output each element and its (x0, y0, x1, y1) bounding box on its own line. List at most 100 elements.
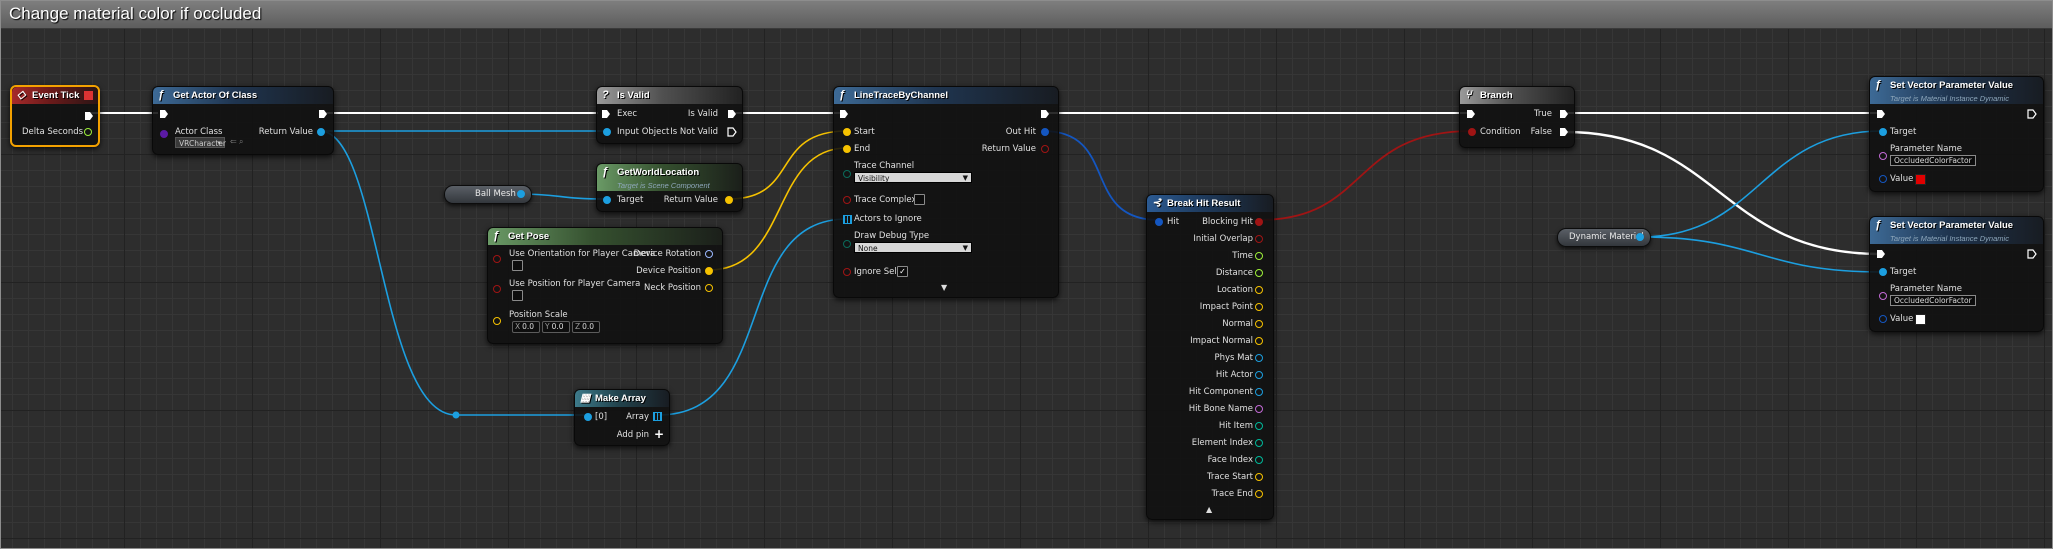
draw-debug-dropdown[interactable]: None ▼ (854, 242, 972, 253)
hit-in-pin[interactable] (1155, 218, 1163, 226)
trace-channel-pin[interactable] (843, 170, 851, 178)
get-actor-of-class-node[interactable]: ƒ Get Actor Of Class Actor Class VRChara… (152, 86, 334, 155)
break-hit-output-pin[interactable] (1255, 422, 1263, 430)
trace-complex-pin[interactable] (843, 196, 851, 204)
break-hit-output-pin[interactable] (1255, 320, 1263, 328)
set-vector-exec-in-1[interactable] (1876, 109, 1886, 119)
position-pin[interactable] (493, 285, 501, 293)
bool-wire-blocking-to-condition[interactable] (1258, 130, 1473, 221)
parameter-name-pin-2[interactable] (1879, 292, 1887, 300)
get-world-location-node[interactable]: ƒ GetWorldLocation Target is Scene Compo… (596, 163, 743, 212)
gwl-target-pin[interactable] (603, 196, 611, 204)
is-valid-exec-in[interactable] (601, 109, 611, 119)
break-hit-output-pin[interactable] (1255, 218, 1263, 226)
get-pose-header[interactable]: ƒ Get Pose (488, 228, 722, 245)
neck-position-pin[interactable] (705, 284, 713, 292)
line-trace-exec-in[interactable] (839, 109, 849, 119)
trace-complex-checkbox[interactable] (914, 194, 925, 205)
break-hit-output-pin[interactable] (1255, 286, 1263, 294)
draw-debug-pin[interactable] (843, 240, 851, 248)
color-swatch-white[interactable] (1915, 314, 1926, 325)
end-pin[interactable] (843, 145, 851, 153)
break-hit-output-pin[interactable] (1255, 456, 1263, 464)
parameter-name-field-1[interactable]: OccludedColorFactor (1890, 155, 1976, 166)
scale-x-field[interactable]: X 0.0 (512, 321, 540, 333)
set-vector-exec-out-2[interactable] (2027, 249, 2037, 259)
collapse-arrow-icon[interactable]: ▲ (1206, 505, 1212, 514)
break-hit-output-pin[interactable] (1255, 490, 1263, 498)
scale-y-field[interactable]: Y 0.0 (542, 321, 570, 333)
is-not-valid-exec-out[interactable] (727, 127, 737, 137)
break-hit-output-pin[interactable] (1255, 405, 1263, 413)
device-rotation-pin[interactable] (705, 250, 713, 258)
get-actor-exec-in[interactable] (159, 109, 169, 119)
object-wire-dynmat-to-target2[interactable] (1639, 236, 1883, 273)
scale-z-field[interactable]: Z 0.0 (572, 321, 600, 333)
add-pin-plus-icon[interactable]: + (654, 427, 664, 441)
value-pin-1[interactable] (1879, 175, 1887, 183)
trace-channel-dropdown[interactable]: Visibility ▼ (854, 172, 972, 183)
add-pin-label[interactable]: Add pin (617, 430, 649, 440)
set-vector-param-node-1[interactable]: ƒ Set Vector Parameter Value Target is M… (1869, 76, 2044, 192)
dynamic-material-variable[interactable]: Dynamic Material (1557, 228, 1651, 247)
delta-seconds-pin[interactable] (84, 128, 92, 136)
event-delegate-pin[interactable] (84, 91, 93, 100)
break-hit-output-pin[interactable] (1255, 439, 1263, 447)
set-vector-target-pin-2[interactable] (1879, 268, 1887, 276)
event-tick-exec-out[interactable] (84, 111, 94, 121)
ball-mesh-variable[interactable]: Ball Mesh (444, 185, 532, 204)
line-trace-header[interactable]: ƒ LineTraceByChannel (834, 87, 1058, 104)
is-valid-node[interactable]: ? Is Valid Exec Input Object Is Valid Is… (596, 86, 743, 144)
set-vector-header-2[interactable]: ƒ Set Vector Parameter Value Target is M… (1870, 217, 2043, 244)
condition-pin[interactable] (1468, 128, 1476, 136)
dynamic-material-pin[interactable] (1636, 233, 1644, 241)
is-valid-exec-out[interactable] (727, 109, 737, 119)
true-exec-out[interactable] (1559, 109, 1569, 119)
event-tick-header[interactable]: ◇ Event Tick (12, 87, 98, 104)
line-trace-return-pin[interactable] (1041, 145, 1049, 153)
branch-exec-in[interactable] (1466, 109, 1476, 119)
actor-class-dropdown[interactable]: VRCharacter ▾ (175, 137, 226, 148)
branch-header[interactable]: ⑂ Branch (1460, 87, 1574, 104)
false-exec-out[interactable] (1559, 127, 1569, 137)
get-actor-header[interactable]: ƒ Get Actor Of Class (153, 87, 333, 104)
position-scale-pin[interactable] (493, 317, 501, 325)
value-pin-2[interactable] (1879, 315, 1887, 323)
actors-to-ignore-pin[interactable] (843, 215, 852, 224)
break-hit-output-pin[interactable] (1255, 473, 1263, 481)
set-vector-exec-in-2[interactable] (1876, 249, 1886, 259)
is-valid-header[interactable]: ? Is Valid (597, 87, 742, 104)
orientation-checkbox[interactable] (512, 260, 523, 271)
break-hit-result-node[interactable]: ⊰ Break Hit Result Hit Blocking Hit Initi… (1146, 194, 1274, 520)
set-vector-exec-out-1[interactable] (2027, 109, 2037, 119)
actor-class-pin[interactable] (160, 130, 168, 138)
browse-arrow-icon[interactable]: ⇐ (230, 137, 237, 146)
reroute-knot[interactable] (452, 411, 460, 419)
break-hit-output-pin[interactable] (1255, 337, 1263, 345)
vector-wire-location-to-start[interactable] (728, 130, 848, 200)
break-hit-output-pin[interactable] (1255, 303, 1263, 311)
ignore-self-checkbox[interactable]: ✓ (897, 266, 908, 277)
break-hit-output-pin[interactable] (1255, 235, 1263, 243)
break-hit-header[interactable]: ⊰ Break Hit Result (1147, 195, 1273, 212)
set-vector-header-1[interactable]: ƒ Set Vector Parameter Value Target is M… (1870, 77, 2043, 104)
break-hit-output-pin[interactable] (1255, 252, 1263, 260)
break-hit-output-pin[interactable] (1255, 388, 1263, 396)
set-vector-param-node-2[interactable]: ƒ Set Vector Parameter Value Target is M… (1869, 216, 2044, 332)
array-grid-icon[interactable] (653, 412, 662, 421)
return-value-pin[interactable] (317, 128, 325, 136)
input-object-pin[interactable] (603, 128, 611, 136)
ignore-self-pin[interactable] (843, 268, 851, 276)
branch-node[interactable]: ⑂ Branch Condition True False (1459, 86, 1575, 148)
event-tick-node[interactable]: ◇ Event Tick Delta Seconds (10, 85, 100, 147)
struct-wire-outhit-to-hit[interactable] (1042, 130, 1160, 221)
get-actor-exec-out[interactable] (318, 109, 328, 119)
start-pin[interactable] (843, 128, 851, 136)
parameter-name-field-2[interactable]: OccludedColorFactor (1890, 295, 1976, 306)
gwl-return-pin[interactable] (725, 196, 733, 204)
make-array-header[interactable]: ▦ Make Array (575, 390, 669, 407)
browse-search-icon[interactable]: ⌕ (239, 137, 243, 147)
make-array-node[interactable]: ▦ Make Array [0] Array Add pin + (574, 389, 670, 446)
expand-arrow-icon[interactable]: ▼ (941, 283, 947, 292)
break-hit-output-pin[interactable] (1255, 371, 1263, 379)
